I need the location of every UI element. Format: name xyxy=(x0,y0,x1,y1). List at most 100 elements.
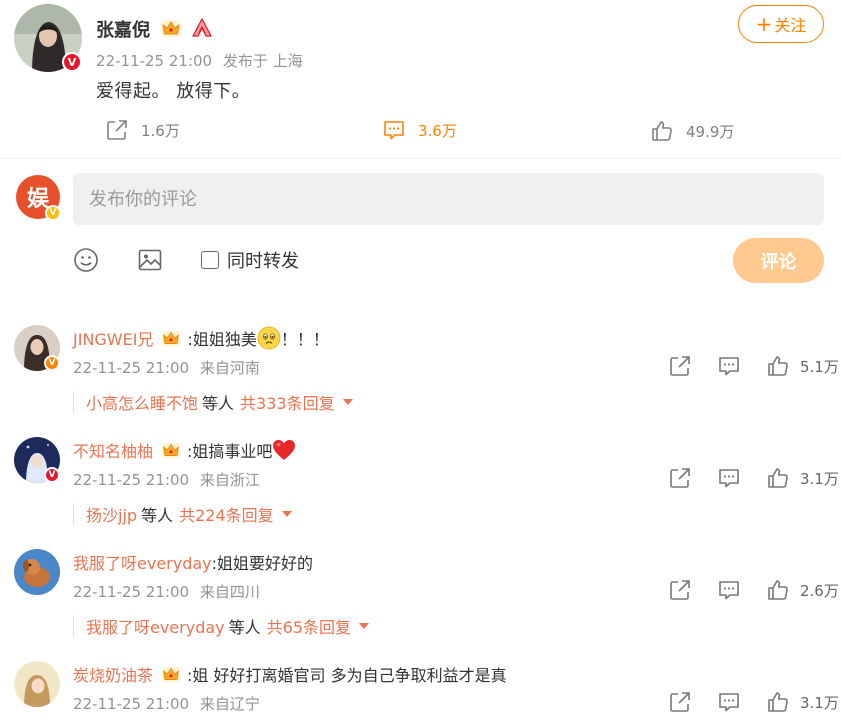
verified-badge-icon: V xyxy=(45,205,61,221)
repost-checkbox[interactable] xyxy=(201,251,219,269)
like-button[interactable]: 49.9万 xyxy=(650,119,734,143)
reply-count[interactable]: 共65条回复 xyxy=(267,614,351,638)
comment-line: JINGWEI兄 :姐姐独美 ！！！ xyxy=(73,325,329,351)
comment-composer: 娱 V 同时转发 评论 xyxy=(0,159,841,300)
commenter-avatar[interactable] xyxy=(14,661,60,707)
fan-emblem-icon xyxy=(192,18,212,37)
comment-reply-button[interactable] xyxy=(717,466,741,490)
comment-text: :姐搞事业吧 xyxy=(187,442,273,461)
author-name[interactable]: 张嘉倪 xyxy=(96,16,150,42)
thumbs-up-icon xyxy=(766,354,790,378)
weibo-post: V 张嘉倪 22-11-25 21:00 发布于 上海 爱得起。 放得下。 + … xyxy=(0,0,841,158)
reply-mid: 等人 xyxy=(202,394,235,413)
comment-meta: 22-11-25 21:00 来自浙江 xyxy=(73,469,260,490)
comment-actions: 5.1万 xyxy=(668,354,839,378)
sad-face-emoji-icon xyxy=(257,326,281,350)
thumbs-up-icon xyxy=(766,578,790,602)
comment-actions: 3.1万 xyxy=(668,466,839,490)
replies-summary[interactable]: 我服了呀everyday 等人 共65条回复 xyxy=(73,614,370,638)
commenter-name[interactable]: 炭烧奶油茶 xyxy=(73,662,153,686)
comment-text: :姐 好好打离婚官司 多为自己争取利益才是真 xyxy=(187,666,507,685)
post-meta: 22-11-25 21:00 发布于 上海 xyxy=(96,50,303,71)
share-icon xyxy=(105,118,129,142)
crown-vip-icon xyxy=(158,16,184,40)
comment-share-button[interactable] xyxy=(668,690,692,714)
comment-meta: 22-11-25 21:00 来自河南 xyxy=(73,357,260,378)
comment-icon xyxy=(717,690,741,714)
image-upload-button[interactable] xyxy=(137,247,163,273)
replies-summary[interactable]: 扬沙jjp 等人 共224条回复 xyxy=(73,503,292,525)
commenter-name[interactable]: JINGWEI兄 xyxy=(73,326,153,350)
comment-share-button[interactable] xyxy=(668,466,692,490)
post-time[interactable]: 22-11-25 21:00 xyxy=(96,52,212,70)
comment-share-button[interactable] xyxy=(668,354,692,378)
comment-location: 来自河南 xyxy=(199,359,260,377)
comment-like-button[interactable]: 3.1万 xyxy=(766,466,839,490)
comment-like-count: 5.1万 xyxy=(800,357,839,376)
verified-badge-icon: V xyxy=(44,355,60,371)
reply-user[interactable]: 我服了呀everyday xyxy=(86,614,225,638)
repost-count: 1.6万 xyxy=(141,121,180,140)
verified-badge-icon: V xyxy=(44,467,60,483)
reply-mid: 等人 xyxy=(141,506,174,525)
commenter-avatar[interactable] xyxy=(14,549,60,595)
repost-button[interactable]: 1.6万 xyxy=(105,118,180,142)
reply-mid: 等人 xyxy=(228,618,261,637)
comment-icon xyxy=(382,118,406,142)
smiley-icon xyxy=(74,248,98,272)
comment-meta: 22-11-25 21:00 来自辽宁 xyxy=(73,693,260,714)
comment-like-count: 3.1万 xyxy=(800,693,839,712)
comment-location: 来自辽宁 xyxy=(199,695,260,713)
reply-count[interactable]: 共333条回复 xyxy=(240,390,335,414)
post-action-bar: 1.6万 3.6万 49.9万 xyxy=(0,118,841,144)
commenter-name[interactable]: 不知名柚柚 xyxy=(73,438,153,462)
comment-like-count: 2.6万 xyxy=(800,581,839,600)
comment-count: 3.6万 xyxy=(418,121,457,140)
reply-count[interactable]: 共224条回复 xyxy=(179,502,274,526)
comment-reply-button[interactable] xyxy=(717,578,741,602)
comment-reply-button[interactable] xyxy=(717,690,741,714)
crown-vip-icon xyxy=(159,663,183,685)
share-icon xyxy=(668,354,692,378)
crown-vip-icon xyxy=(159,327,183,349)
verified-badge-icon: V xyxy=(62,52,82,72)
thumbs-up-icon xyxy=(766,466,790,490)
comment-meta: 22-11-25 21:00 来自四川 xyxy=(73,581,260,602)
comment-input[interactable] xyxy=(73,173,824,225)
repost-checkbox-row[interactable]: 同时转发 xyxy=(201,247,299,273)
follow-label: 关注 xyxy=(774,16,807,35)
submit-comment-button[interactable]: 评论 xyxy=(733,238,824,283)
comment-text: :姐姐独美 xyxy=(187,330,257,349)
comment-like-button[interactable]: 2.6万 xyxy=(766,578,839,602)
repost-checkbox-label: 同时转发 xyxy=(227,251,299,272)
comment-reply-button[interactable] xyxy=(717,354,741,378)
comment-icon xyxy=(717,578,741,602)
comment-text: :姐姐要好好的 xyxy=(211,554,314,573)
comment-icon xyxy=(717,466,741,490)
comment-line: 不知名柚柚 :姐搞事业吧 xyxy=(73,437,296,463)
thumbs-up-icon xyxy=(650,119,674,143)
reply-user[interactable]: 小高怎么睡不饱 xyxy=(86,390,198,414)
reply-user[interactable]: 扬沙jjp xyxy=(86,502,137,526)
composer-toolbar: 同时转发 xyxy=(73,245,299,275)
commenter-name[interactable]: 我服了呀everyday xyxy=(73,550,212,574)
comment-like-button[interactable]: 3.1万 xyxy=(766,690,839,714)
emoji-button[interactable] xyxy=(73,247,99,273)
thumbs-up-icon xyxy=(766,690,790,714)
comment-share-button[interactable] xyxy=(668,578,692,602)
replies-summary[interactable]: 小高怎么睡不饱 等人 共333条回复 xyxy=(73,391,353,413)
share-icon xyxy=(668,578,692,602)
follow-button[interactable]: + 关注 xyxy=(738,5,824,43)
comment-time: 22-11-25 21:00 xyxy=(73,695,190,713)
like-count: 49.9万 xyxy=(686,122,735,141)
comment-location: 来自浙江 xyxy=(199,471,260,489)
caret-down-icon xyxy=(359,623,370,629)
comment-text-tail: ！！！ xyxy=(280,330,329,349)
comment-like-button[interactable]: 5.1万 xyxy=(766,354,839,378)
comment-like-count: 3.1万 xyxy=(800,469,839,488)
comment-button[interactable]: 3.6万 xyxy=(382,118,457,142)
caret-down-icon xyxy=(281,511,292,517)
comment-time: 22-11-25 21:00 xyxy=(73,359,190,377)
post-source: 发布于 上海 xyxy=(222,52,303,70)
post-text: 爱得起。 放得下。 xyxy=(96,81,251,102)
